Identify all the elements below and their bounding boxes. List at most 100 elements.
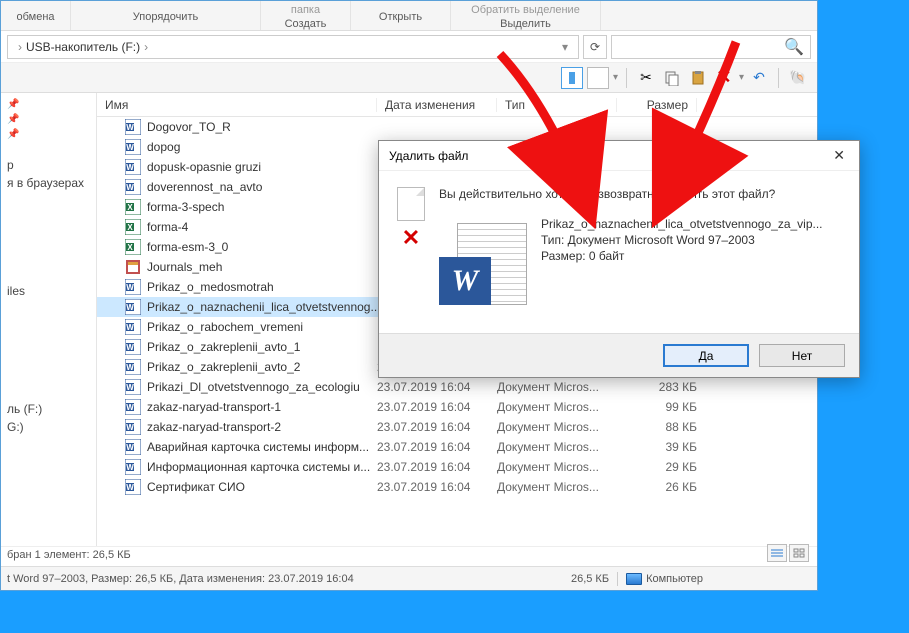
sidebar-item[interactable]: G:)	[1, 418, 96, 436]
svg-text:W: W	[126, 303, 134, 312]
file-row[interactable]: W Dogovor_TO_R	[97, 117, 817, 137]
dialog-titlebar: Удалить файл ✕	[379, 141, 859, 171]
breadcrumb[interactable]: USB-накопитель (F:)	[26, 40, 140, 54]
ribbon: обмена Упорядочить папкаСоздать Открыть …	[1, 1, 817, 31]
file-row[interactable]: WИнформационная карточка системы и...23.…	[97, 457, 817, 477]
status-text: t Word 97–2003, Размер: 26,5 КБ, Дата из…	[7, 573, 354, 585]
separator	[626, 68, 627, 88]
chevron-right-icon: ›	[140, 40, 152, 54]
svg-text:W: W	[126, 123, 134, 132]
word-file-icon: W	[125, 299, 141, 315]
ribbon-select[interactable]: Обратить выделениеВыделить	[451, 1, 601, 30]
file-type: Документ Micros...	[497, 440, 617, 454]
file-name: forma-esm-3_0	[147, 240, 228, 254]
sidebar-item[interactable]: 📌	[1, 97, 96, 112]
toolbar: ▾ ✂ ✕ ▾ ↶ 🐚	[1, 63, 817, 93]
sidebar-item-label: ль (F:)	[7, 402, 42, 416]
dialog-question: Вы действительно хотите безвозвратно уда…	[439, 187, 823, 201]
file-type: Документ Micros...	[497, 400, 617, 414]
chevron-right-icon: ›	[14, 40, 26, 54]
dialog-filetype: Тип: Документ Microsoft Word 97–2003	[541, 233, 823, 247]
refresh-button[interactable]: ⟳	[583, 35, 607, 59]
file-type: Документ Micros...	[497, 480, 617, 494]
file-name: Prikaz_o_medosmotrah	[147, 280, 274, 294]
chevron-down-icon[interactable]: ▾	[613, 72, 618, 83]
dialog-filesize: Размер: 0 байт	[541, 249, 823, 263]
word-file-icon: W	[125, 479, 141, 495]
word-file-icon: W	[439, 223, 529, 313]
file-row[interactable]: Wzakaz-naryad-transport-2 23.07.2019 16:0…	[97, 417, 817, 437]
dialog-filename: Prikaz_o_naznachenii_lica_otvetstvennogo…	[541, 217, 823, 231]
chevron-down-icon[interactable]: ▾	[739, 72, 744, 83]
undo-icon[interactable]: ↶	[748, 67, 770, 89]
status-computer-label: Компьютер	[646, 573, 703, 585]
ribbon-organize[interactable]: Упорядочить	[71, 1, 261, 30]
monitor-icon	[626, 573, 642, 585]
svg-text:W: W	[126, 163, 134, 172]
chevron-down-icon[interactable]: ▾	[558, 40, 572, 54]
file-row[interactable]: Wzakaz-naryad-transport-123.07.2019 16:0…	[97, 397, 817, 417]
cut-icon[interactable]: ✂	[635, 67, 657, 89]
ribbon-clipboard[interactable]: обмена	[1, 1, 71, 30]
yes-button[interactable]: Да	[663, 344, 749, 367]
file-date: 23.07.2019 16:04	[377, 420, 497, 434]
word-file-icon: W	[125, 179, 141, 195]
svg-text:W: W	[126, 283, 134, 292]
view-icons-icon[interactable]	[789, 544, 809, 562]
ribbon-select-top: Обратить выделение	[471, 2, 580, 16]
svg-text:W: W	[126, 383, 134, 392]
ribbon-new[interactable]: папкаСоздать	[261, 1, 351, 30]
col-name[interactable]: Имя	[97, 98, 377, 112]
file-name: Prikaz_o_zakreplenii_avto_1	[147, 340, 300, 354]
paste-icon[interactable]	[687, 67, 709, 89]
file-name: zakaz-naryad-transport-2	[147, 420, 281, 434]
close-button[interactable]: ✕	[829, 147, 849, 164]
word-file-icon: W	[125, 119, 141, 135]
file-date: 23.07.2019 16:04	[377, 480, 497, 494]
sidebar-item[interactable]: iles	[1, 282, 96, 300]
file-name: Journals_meh	[147, 260, 222, 274]
col-type[interactable]: Тип	[497, 98, 617, 112]
svg-text:W: W	[126, 183, 134, 192]
dialog-body: ✕ Вы действительно хотите безвозвратно у…	[379, 171, 859, 333]
sidebar-item[interactable]: 📌	[1, 127, 96, 142]
search-input[interactable]: 🔍	[611, 35, 811, 59]
file-row[interactable]: WPrikazi_Dl_otvetstvennogo_za_ecologiu23…	[97, 377, 817, 397]
ribbon-clipboard-label: обмена	[16, 9, 54, 23]
ribbon-open[interactable]: Открыть	[351, 1, 451, 30]
file-name: Prikaz_o_rabochem_vremeni	[147, 320, 303, 334]
file-type: Документ Micros...	[497, 420, 617, 434]
svg-text:W: W	[126, 443, 134, 452]
sidebar-item[interactable]: р	[1, 156, 96, 174]
shell-icon[interactable]: 🐚	[787, 67, 809, 89]
delete-file-dialog: Удалить файл ✕ ✕ Вы действительно хотите…	[378, 140, 860, 378]
sidebar-item[interactable]: ль (F:)	[1, 400, 96, 418]
file-name: dopusk-opasnie gruzi	[147, 160, 261, 174]
word-file-icon: W	[125, 319, 141, 335]
view-pane2-icon[interactable]	[587, 67, 609, 89]
pin-icon: 📌	[7, 99, 19, 110]
file-name: Dogovor_TO_R	[147, 120, 231, 134]
sidebar-item[interactable]: я в браузерах	[1, 174, 96, 192]
dialog-file-info: Prikaz_o_naznachenii_lica_otvetstvennogo…	[541, 217, 823, 313]
sidebar-item[interactable]: 📌	[1, 112, 96, 127]
svg-text:W: W	[126, 403, 134, 412]
no-button[interactable]: Нет	[759, 344, 845, 367]
view-details-icon[interactable]	[767, 544, 787, 562]
delete-icon[interactable]: ✕	[713, 67, 735, 89]
xls-file-icon: X	[125, 219, 141, 235]
word-file-icon: W	[125, 459, 141, 475]
file-date: 23.07.2019 16:04	[377, 400, 497, 414]
file-row[interactable]: WСертификат СИО23.07.2019 16:04Документ …	[97, 477, 817, 497]
svg-text:W: W	[126, 423, 134, 432]
copy-icon[interactable]	[661, 67, 683, 89]
col-date[interactable]: Дата изменения	[377, 98, 497, 112]
col-size[interactable]: Размер	[617, 98, 697, 112]
view-pane1-icon[interactable]	[561, 67, 583, 89]
file-row[interactable]: WАварийная карточка системы информ...23.…	[97, 437, 817, 457]
address-bar[interactable]: › USB-накопитель (F:) › ▾	[7, 35, 579, 59]
file-name: dopog	[147, 140, 180, 154]
xls-file-icon: X	[125, 199, 141, 215]
sidebar-item-label: р	[7, 158, 14, 172]
column-header: Имя Дата изменения Тип Размер	[97, 93, 817, 117]
